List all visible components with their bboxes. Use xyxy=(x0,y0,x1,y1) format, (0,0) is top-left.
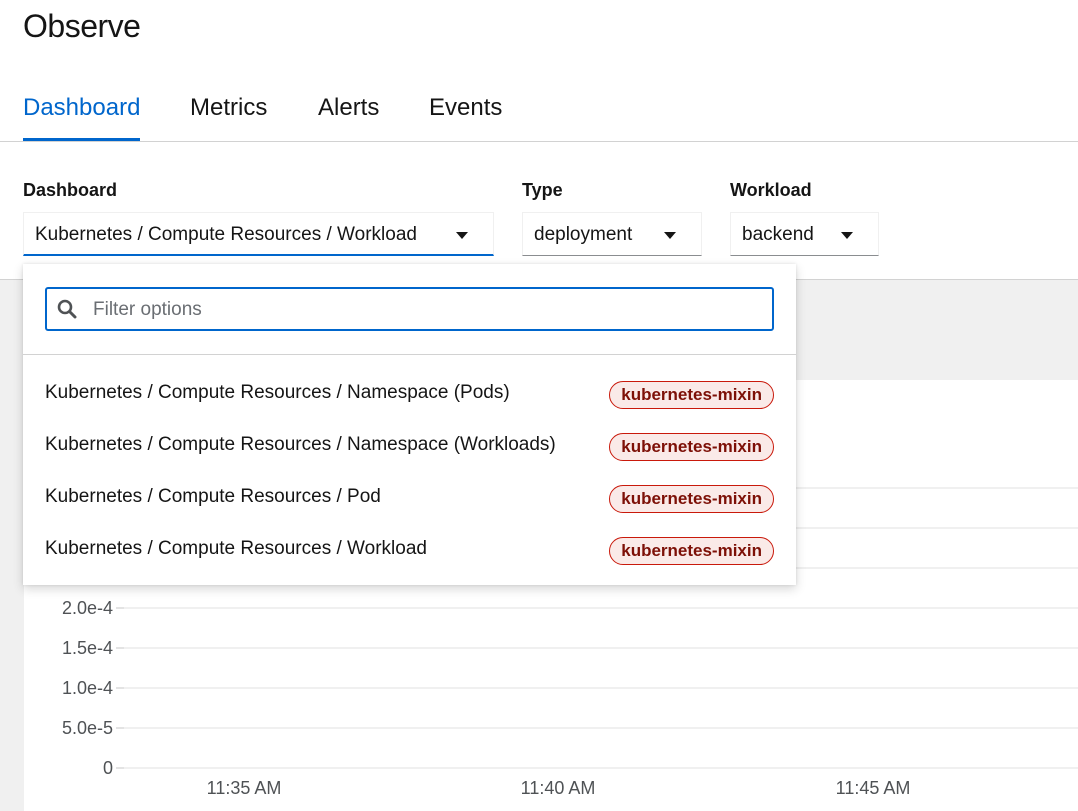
tab-events[interactable]: Events xyxy=(429,94,502,140)
filter-options-field[interactable] xyxy=(45,287,774,331)
menu-option-label: Kubernetes / Compute Resources / Namespa… xyxy=(45,382,510,403)
tab-alerts[interactable]: Alerts xyxy=(318,94,379,140)
tab-metrics[interactable]: Metrics xyxy=(190,94,267,140)
menu-option[interactable]: Kubernetes / Compute Resources / Namespa… xyxy=(23,419,796,471)
option-tag: kubernetes-mixin xyxy=(609,381,774,409)
type-select[interactable]: deployment xyxy=(522,212,702,256)
x-tick-label: 11:40 AM xyxy=(521,778,596,798)
search-icon xyxy=(57,299,77,324)
dashboard-dropdown-menu: Kubernetes / Compute Resources / Namespa… xyxy=(23,264,796,585)
type-select-value: deployment xyxy=(534,224,633,245)
y-tick-label: 2.0e-4 xyxy=(62,598,113,618)
x-tick-label: 11:45 AM xyxy=(836,778,911,798)
menu-option-label: Kubernetes / Compute Resources / Pod xyxy=(45,486,381,507)
menu-option[interactable]: Kubernetes / Compute Resources / Pod kub… xyxy=(23,471,796,523)
menu-option[interactable]: Kubernetes / Compute Resources / Namespa… xyxy=(23,367,796,419)
dashboard-select-value: Kubernetes / Compute Resources / Workloa… xyxy=(35,224,417,245)
menu-option-label: Kubernetes / Compute Resources / Namespa… xyxy=(45,434,556,455)
caret-down-icon xyxy=(456,232,468,239)
filter-options-input[interactable] xyxy=(91,294,755,326)
option-tag: kubernetes-mixin xyxy=(609,537,774,565)
dashboard-label: Dashboard xyxy=(23,180,118,200)
caret-down-icon xyxy=(841,232,853,239)
y-tick-label: 0 xyxy=(103,758,113,778)
workload-select-value: backend xyxy=(742,224,814,245)
menu-option[interactable]: Kubernetes / Compute Resources / Workloa… xyxy=(23,523,796,575)
option-tag: kubernetes-mixin xyxy=(609,485,774,513)
caret-down-icon xyxy=(664,232,676,239)
y-tick-label: 1.0e-4 xyxy=(62,678,113,698)
x-tick-label: 11:35 AM xyxy=(207,778,282,798)
tab-dashboard[interactable]: Dashboard xyxy=(23,94,141,141)
workload-label: Workload xyxy=(730,180,812,200)
dashboard-select[interactable]: Kubernetes / Compute Resources / Workloa… xyxy=(23,212,494,256)
y-tick-label: 5.0e-5 xyxy=(62,718,113,738)
type-label: Type xyxy=(522,180,563,200)
menu-divider xyxy=(23,354,796,355)
menu-option-label: Kubernetes / Compute Resources / Workloa… xyxy=(45,538,427,559)
y-tick-label: 1.5e-4 xyxy=(62,638,113,658)
option-tag: kubernetes-mixin xyxy=(609,433,774,461)
tab-bar: Dashboard Metrics Alerts Events xyxy=(0,86,1078,142)
workload-select[interactable]: backend xyxy=(730,212,879,256)
page-title: Observe xyxy=(23,8,141,44)
observe-page: Observe Dashboard Metrics Alerts Events … xyxy=(0,0,1078,811)
